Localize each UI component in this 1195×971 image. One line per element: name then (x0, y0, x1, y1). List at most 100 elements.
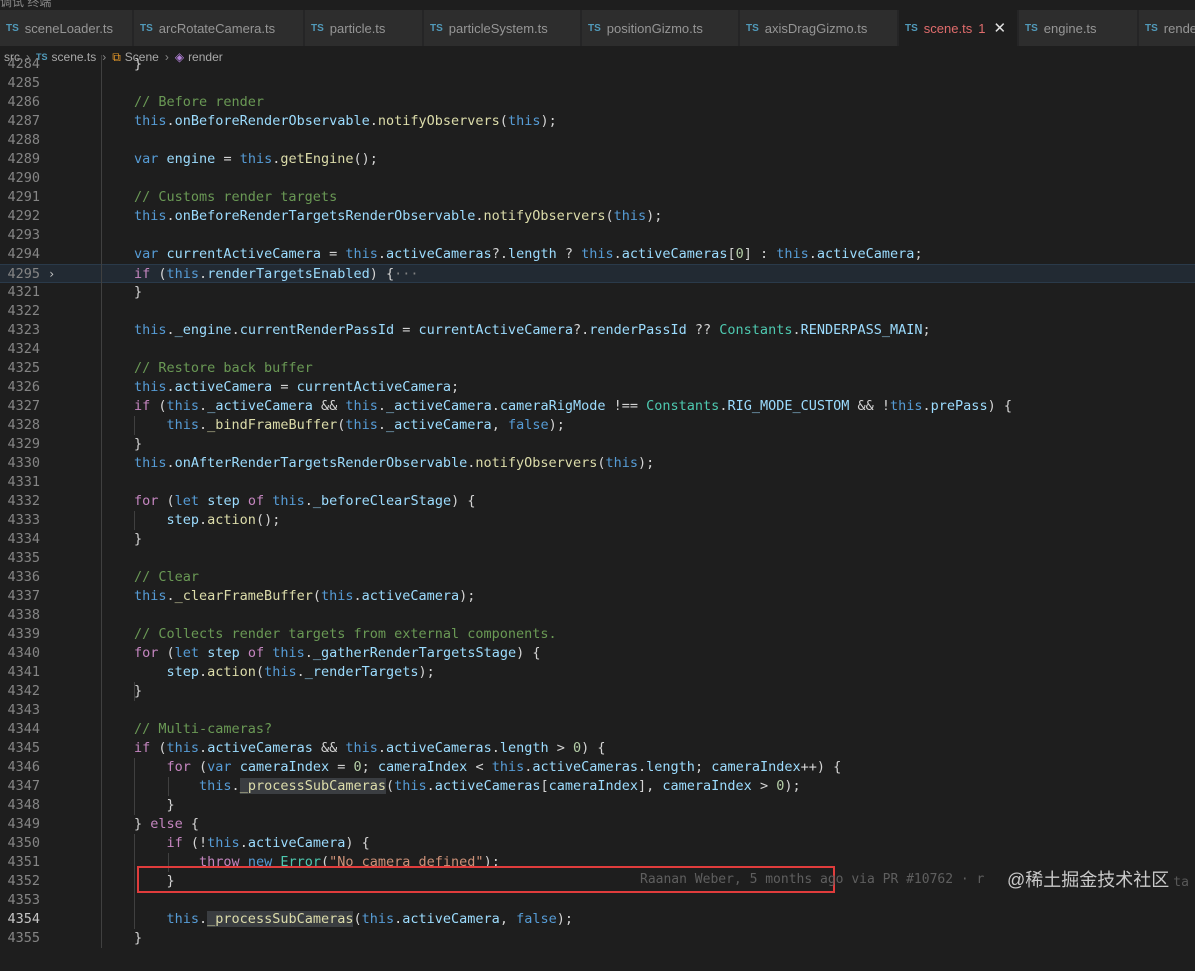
code-line[interactable]: 4288 (0, 131, 1195, 150)
line-number: 4284 (7, 56, 40, 72)
indent-guide (134, 834, 135, 929)
code-line[interactable]: 4334} (0, 530, 1195, 549)
code-line[interactable]: 4285 (0, 74, 1195, 93)
line-number: 4332 (7, 493, 40, 509)
code-line[interactable]: 4336 // Clear (0, 568, 1195, 587)
tab-render[interactable]: TS rende (1139, 10, 1195, 46)
code-text: this._bindFrameBuffer(this._activeCamera… (166, 417, 565, 433)
code-line[interactable]: 4291 // Customs render targets (0, 188, 1195, 207)
code-text: } else { (134, 816, 200, 832)
code-text: } (134, 797, 175, 813)
tab-axisdraggizmo[interactable]: TS axisDragGizmo.ts (740, 10, 898, 46)
code-text: } (134, 284, 143, 300)
watermark-text: @稀土掘金技术社区 (1007, 870, 1170, 890)
code-line[interactable]: 4339 // Collects render targets from exte… (0, 625, 1195, 644)
indent-guide (101, 55, 102, 948)
code-line[interactable]: 4331 (0, 473, 1195, 492)
code-text: for (var cameraIndex = 0; cameraIndex < … (166, 759, 842, 775)
code-text: // Clear (134, 569, 200, 585)
indent-guide (134, 511, 135, 530)
code-line[interactable]: 4284} (0, 55, 1195, 74)
tab-sceneloader[interactable]: TS sceneLoader.ts (0, 10, 133, 46)
line-number: 4352 (7, 873, 40, 889)
code-line[interactable]: 4322 (0, 302, 1195, 321)
tab-engine[interactable]: TS engine.ts (1019, 10, 1138, 46)
indent-guide (134, 416, 135, 435)
code-line[interactable]: 4344 // Multi-cameras? (0, 720, 1195, 739)
code-line[interactable]: 4346 for (var cameraIndex = 0; cameraInd… (0, 758, 1195, 777)
code-line[interactable]: 4324 (0, 340, 1195, 359)
line-number: 4354 (7, 911, 40, 927)
tab-particlesystem[interactable]: TS particleSystem.ts (424, 10, 581, 46)
tab-particle[interactable]: TS particle.ts (305, 10, 423, 46)
code-line[interactable]: 4337 this._clearFrameBuffer(this.activeCa… (0, 587, 1195, 606)
code-line[interactable]: 4341 step.action(this._renderTargets); (0, 663, 1195, 682)
line-number: 4291 (7, 189, 40, 205)
tab-arcrotatecamera[interactable]: TS arcRotateCamera.ts (134, 10, 304, 46)
code-line[interactable]: 4355} (0, 929, 1195, 948)
line-number: 4347 (7, 778, 40, 794)
fold-chevron-icon[interactable]: › (48, 265, 55, 284)
code-line[interactable]: 4343 (0, 701, 1195, 720)
code-line[interactable]: 4353 (0, 891, 1195, 910)
code-text: if (this.activeCameras && this.activeCam… (134, 740, 606, 756)
code-line[interactable]: 4349} else { (0, 815, 1195, 834)
blame-tail-end: ta (1173, 875, 1189, 890)
code-line[interactable]: 4342} (0, 682, 1195, 701)
line-number: 4340 (7, 645, 40, 661)
line-number: 4337 (7, 588, 40, 604)
line-number: 4348 (7, 797, 40, 813)
code-line[interactable]: 4327 if (this._activeCamera && this._acti… (0, 397, 1195, 416)
code-line[interactable]: 4289 var engine = this.getEngine(); (0, 150, 1195, 169)
top-panel-label: 调试 终端 (0, 0, 52, 9)
code-line[interactable]: 4340 for (let step of this._gatherRenderT… (0, 644, 1195, 663)
code-line[interactable]: 4333 step.action(); (0, 511, 1195, 530)
code-line[interactable]: 4290 (0, 169, 1195, 188)
top-panel-strip: 调试 终端 (0, 0, 1195, 10)
code-line[interactable]: 4326 this.activeCamera = currentActiveCam… (0, 378, 1195, 397)
code-line[interactable]: 4287 this.onBeforeRenderObservable.notify… (0, 112, 1195, 131)
code-line[interactable]: 4330 this.onAfterRenderTargetsRenderObser… (0, 454, 1195, 473)
tab-scene[interactable]: TS scene.ts 1 ✕ (899, 10, 1018, 46)
code-line[interactable]: 4350 if (!this.activeCamera) { (0, 834, 1195, 853)
code-line[interactable]: 4329} (0, 435, 1195, 454)
tab-label: particleSystem.ts (448, 20, 548, 36)
code-line[interactable]: 4332 for (let step of this._beforeClearSt… (0, 492, 1195, 511)
code-editor[interactable]: 4284} 4285 4286// Before render 4287 this.on… (0, 55, 1195, 971)
typescript-file-icon: TS (6, 22, 19, 34)
code-line[interactable]: 4323 this._engine.currentRenderPassId = c… (0, 321, 1195, 340)
tab-positiongizmo[interactable]: TS positionGizmo.ts (582, 10, 739, 46)
code-line[interactable]: 4348 } (0, 796, 1195, 815)
code-text: if (!this.activeCamera) { (166, 835, 370, 851)
line-number: 4343 (7, 702, 40, 718)
indent-guide (134, 682, 135, 701)
code-line[interactable]: 4294 var currentActiveCamera = this.activ… (0, 245, 1195, 264)
code-line[interactable]: 4345 if (this.activeCameras && this.activ… (0, 739, 1195, 758)
code-text: // Collects render targets from external… (134, 626, 557, 642)
line-number: 4346 (7, 759, 40, 775)
line-number: 4321 (7, 284, 40, 300)
blame-text: Raanan Weber, 5 months ago via PR #10762 (640, 872, 954, 887)
close-icon[interactable]: ✕ (993, 19, 1006, 37)
code-text: var engine = this.getEngine(); (134, 151, 378, 167)
typescript-file-icon: TS (746, 22, 759, 34)
code-text: } (134, 683, 143, 699)
code-line[interactable]: 4338 (0, 606, 1195, 625)
code-line[interactable]: 4321} (0, 283, 1195, 302)
code-line[interactable]: 4293 (0, 226, 1195, 245)
code-line[interactable]: 4335 (0, 549, 1195, 568)
code-line[interactable]: 4292 this.onBeforeRenderTargetsRenderObse… (0, 207, 1195, 226)
code-text: this.onBeforeRenderObservable.notifyObse… (134, 113, 557, 129)
code-line[interactable]: 4347 this._processSubCameras(this.active… (0, 777, 1195, 796)
line-number: 4342 (7, 683, 40, 699)
typescript-file-icon: TS (905, 22, 918, 34)
code-text: // Restore back buffer (134, 360, 313, 376)
code-line[interactable]: 4286 // Before render (0, 93, 1195, 112)
code-text: // Multi-cameras? (134, 721, 273, 737)
indent-guide (168, 853, 169, 872)
code-line[interactable]: 4328 this._bindFrameBuffer(this._activeC… (0, 416, 1195, 435)
code-text: this._engine.currentRenderPassId = curre… (134, 322, 931, 338)
code-line[interactable]: 4354 this._processSubCameras(this.active… (0, 910, 1195, 929)
code-line[interactable]: 4295 › if (this.renderTargetsEnabled) {··· (0, 264, 1195, 283)
code-line[interactable]: 4325 // Restore back buffer (0, 359, 1195, 378)
